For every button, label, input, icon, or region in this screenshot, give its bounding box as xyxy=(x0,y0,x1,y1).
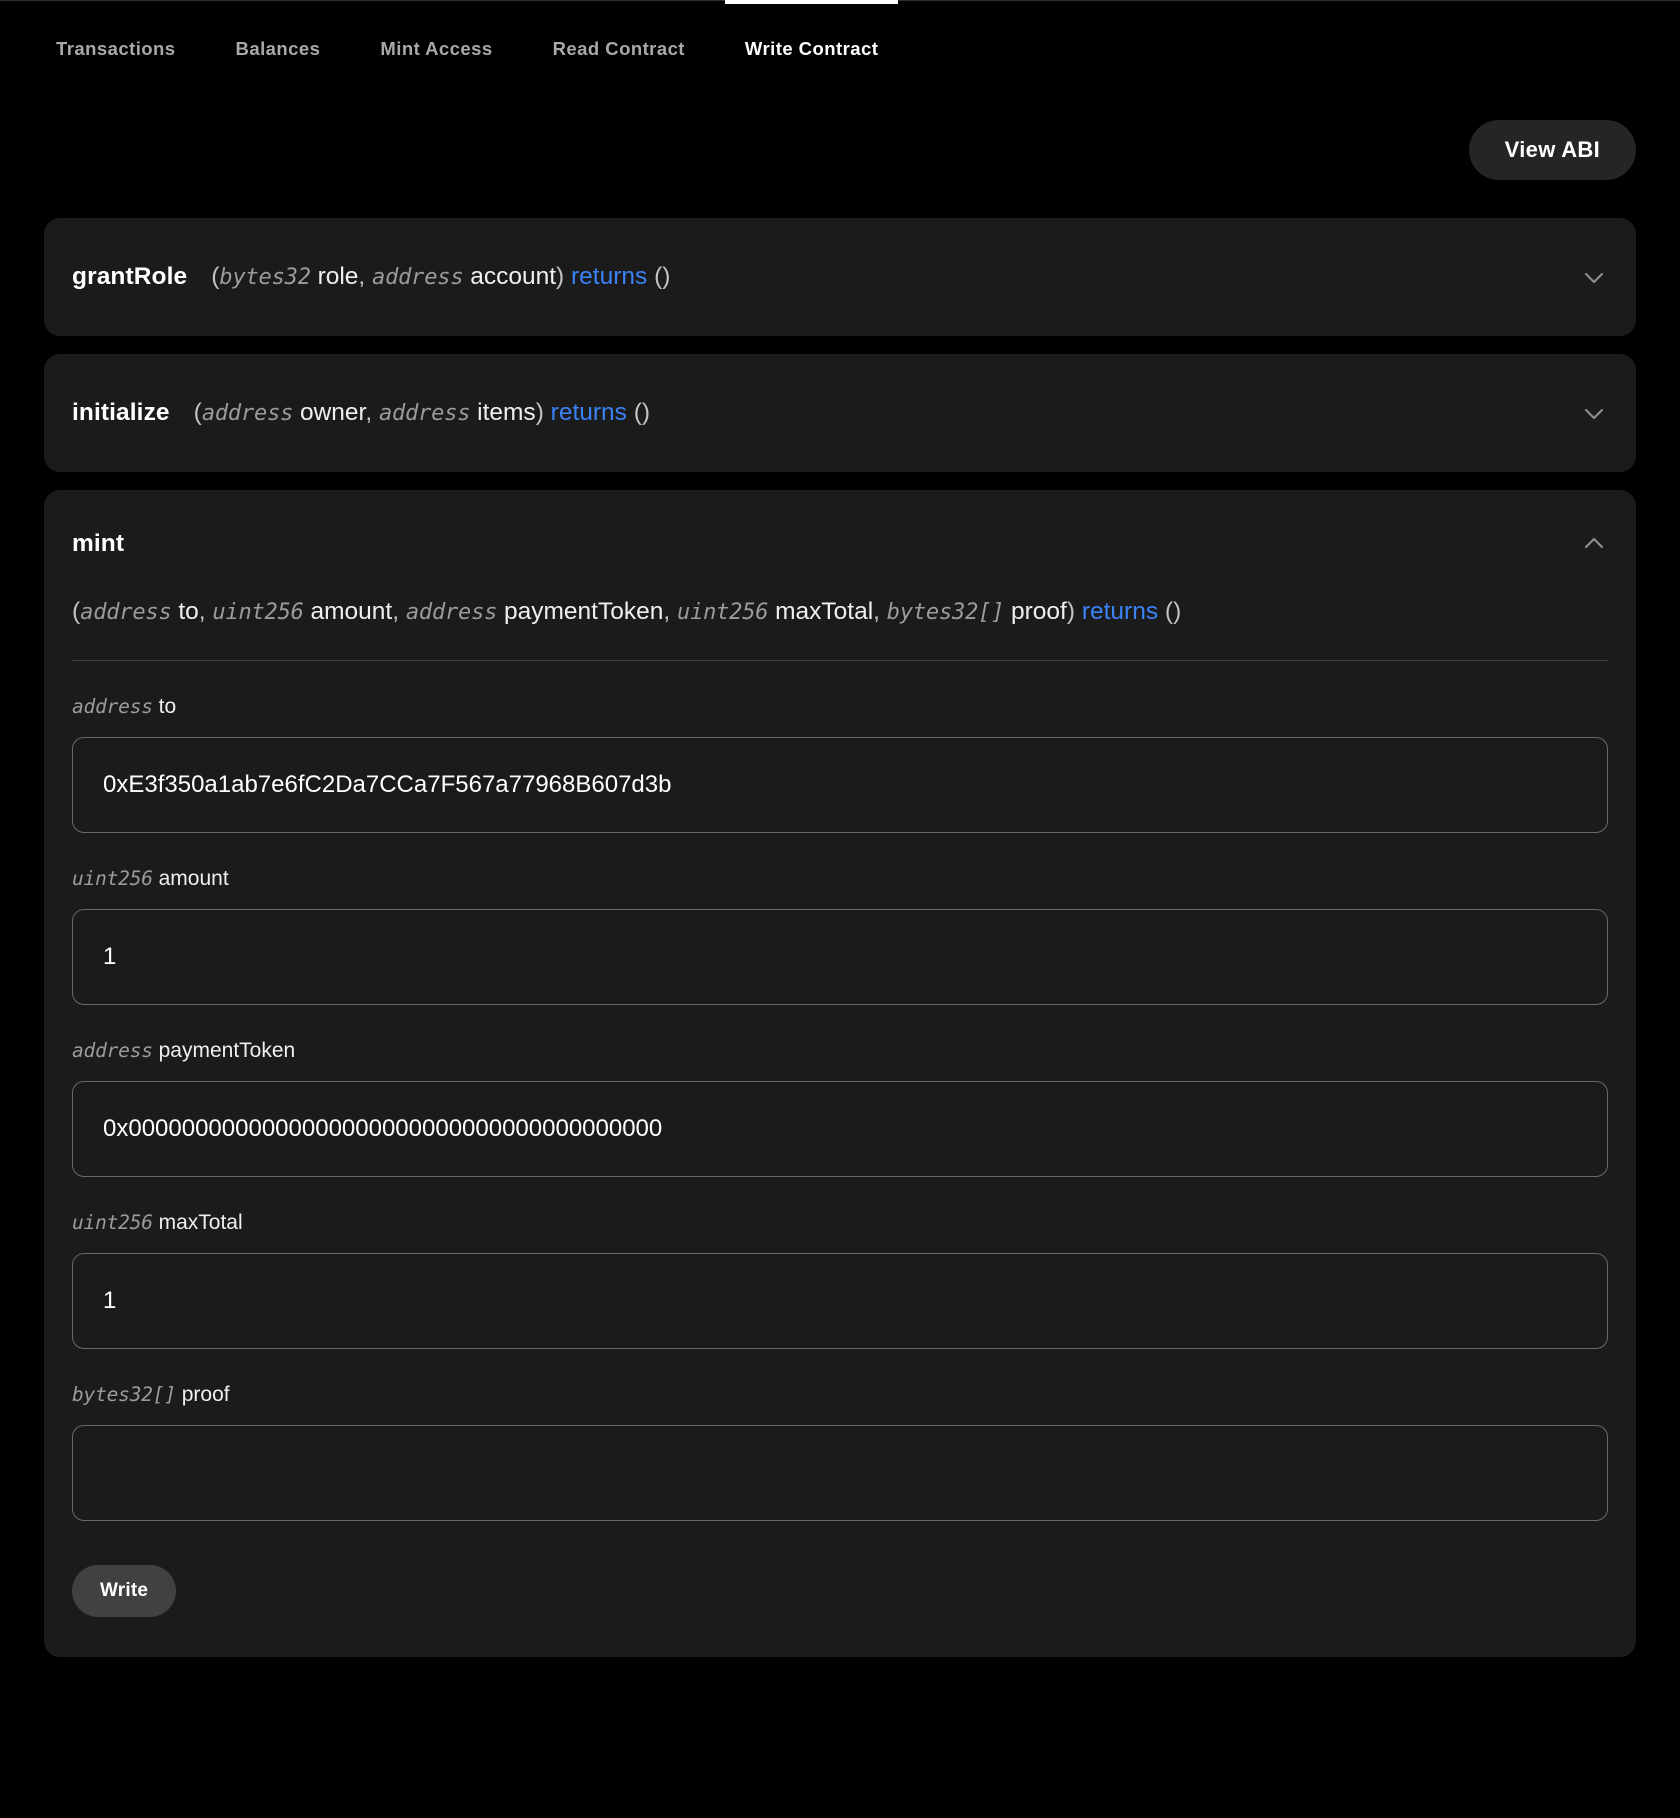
sig-comma: , xyxy=(392,598,406,625)
field-type: uint256 xyxy=(72,1211,153,1234)
field-type: uint256 xyxy=(72,867,153,890)
returns-keyword: returns xyxy=(570,263,648,290)
input-amount[interactable] xyxy=(72,909,1608,1005)
field-label-amount: uint256 amount xyxy=(72,867,1608,891)
param-name: role xyxy=(317,263,359,290)
field-to: address to xyxy=(72,695,1608,861)
field-type: bytes32[] xyxy=(72,1383,176,1406)
field-maxTotal: uint256 maxTotal xyxy=(72,1211,1608,1377)
tab-balances[interactable]: Balances xyxy=(206,1,351,96)
tab-read-contract[interactable]: Read Contract xyxy=(523,1,715,96)
function-card-header-initialize[interactable]: initialize (address owner, address items)… xyxy=(72,354,1608,472)
field-name: amount xyxy=(158,867,229,890)
param-name: to xyxy=(178,598,199,625)
chevron-up-icon[interactable] xyxy=(1580,530,1608,558)
field-amount: uint256 amount xyxy=(72,867,1608,1033)
param-name: account xyxy=(470,263,556,290)
field-proof: bytes32[] proof xyxy=(72,1383,1608,1549)
function-card-header-grantRole[interactable]: grantRole (bytes32 role, address account)… xyxy=(72,218,1608,336)
param-name: items xyxy=(477,399,536,426)
param-type: bytes32 xyxy=(219,265,311,290)
field-label-maxTotal: uint256 maxTotal xyxy=(72,1211,1608,1235)
field-type: address xyxy=(72,695,153,718)
write-submit-button[interactable]: Write xyxy=(72,1565,177,1617)
tab-transactions[interactable]: Transactions xyxy=(44,1,206,96)
field-name: proof xyxy=(181,1383,230,1406)
field-label-proof: bytes32[] proof xyxy=(72,1383,1608,1407)
function-signature: (address owner, address items) returns (… xyxy=(194,399,650,427)
sig-open-paren: ( xyxy=(72,598,81,625)
chevron-down-icon[interactable] xyxy=(1580,263,1608,291)
function-card-grantRole: grantRole (bytes32 role, address account)… xyxy=(44,218,1636,336)
returns-value: () xyxy=(654,263,671,290)
param-name: maxTotal xyxy=(775,598,874,625)
sig-comma: , xyxy=(198,598,213,625)
sig-comma: , xyxy=(365,399,379,426)
field-name: maxTotal xyxy=(158,1211,243,1234)
param-type: address xyxy=(372,265,464,290)
param-type: address xyxy=(80,600,172,625)
input-paymentToken[interactable] xyxy=(72,1081,1608,1177)
returns-keyword: returns xyxy=(1081,598,1159,625)
param-type: bytes32[] xyxy=(886,600,1005,625)
chevron-down-icon[interactable] xyxy=(1580,399,1608,427)
tab-write-contract[interactable]: Write Contract xyxy=(715,0,908,96)
param-type: uint256 xyxy=(212,600,304,625)
param-name: amount xyxy=(310,598,393,625)
param-name: proof xyxy=(1011,598,1067,625)
tab-mint-access[interactable]: Mint Access xyxy=(350,1,522,96)
function-card-body-mint: (address to, uint256 amount, address pay… xyxy=(72,598,1608,1657)
param-type: uint256 xyxy=(676,600,769,625)
input-proof[interactable] xyxy=(72,1425,1608,1521)
sig-comma: , xyxy=(873,598,887,625)
abi-toolbar: View ABI xyxy=(0,96,1680,180)
field-label-to: address to xyxy=(72,695,1608,719)
function-card-mint: mint (address to, uint256 amount, address… xyxy=(44,490,1636,1657)
function-signature: (bytes32 role, address account) returns … xyxy=(211,263,670,291)
write-contract-page: Transactions Balances Mint Access Read Cont… xyxy=(0,0,1680,1818)
function-list: grantRole (bytes32 role, address account)… xyxy=(0,180,1680,1657)
param-name: paymentToken xyxy=(504,598,664,625)
param-name: owner xyxy=(299,399,366,426)
returns-value: () xyxy=(1164,598,1182,625)
param-type: address xyxy=(379,401,471,426)
function-name: grantRole xyxy=(72,263,188,290)
sig-open-paren: ( xyxy=(193,399,202,426)
field-name: paymentToken xyxy=(158,1039,296,1062)
sig-close-paren: ) xyxy=(535,399,544,426)
input-maxTotal[interactable] xyxy=(72,1253,1608,1349)
function-signature: (address to, uint256 amount, address pay… xyxy=(72,598,1608,660)
sig-close-paren: ) xyxy=(556,263,565,290)
function-card-initialize: initialize (address owner, address items)… xyxy=(44,354,1636,472)
sig-comma: , xyxy=(358,263,373,290)
returns-value: () xyxy=(633,399,651,426)
function-name: initialize xyxy=(72,399,170,426)
divider xyxy=(72,660,1608,661)
sig-comma: , xyxy=(663,598,677,625)
contract-tab-bar: Transactions Balances Mint Access Read Cont… xyxy=(0,0,1680,96)
returns-keyword: returns xyxy=(550,399,627,426)
field-type: address xyxy=(72,1039,153,1062)
field-name: to xyxy=(158,695,177,718)
sig-close-paren: ) xyxy=(1066,598,1076,625)
function-card-header-mint[interactable]: mint xyxy=(72,490,1608,598)
function-name: mint xyxy=(72,530,125,557)
field-paymentToken: address paymentToken xyxy=(72,1039,1608,1205)
input-to[interactable] xyxy=(72,737,1608,833)
view-abi-button[interactable]: View ABI xyxy=(1468,120,1636,180)
param-type: address xyxy=(405,600,498,625)
field-label-paymentToken: address paymentToken xyxy=(72,1039,1608,1063)
param-type: address xyxy=(201,401,294,426)
